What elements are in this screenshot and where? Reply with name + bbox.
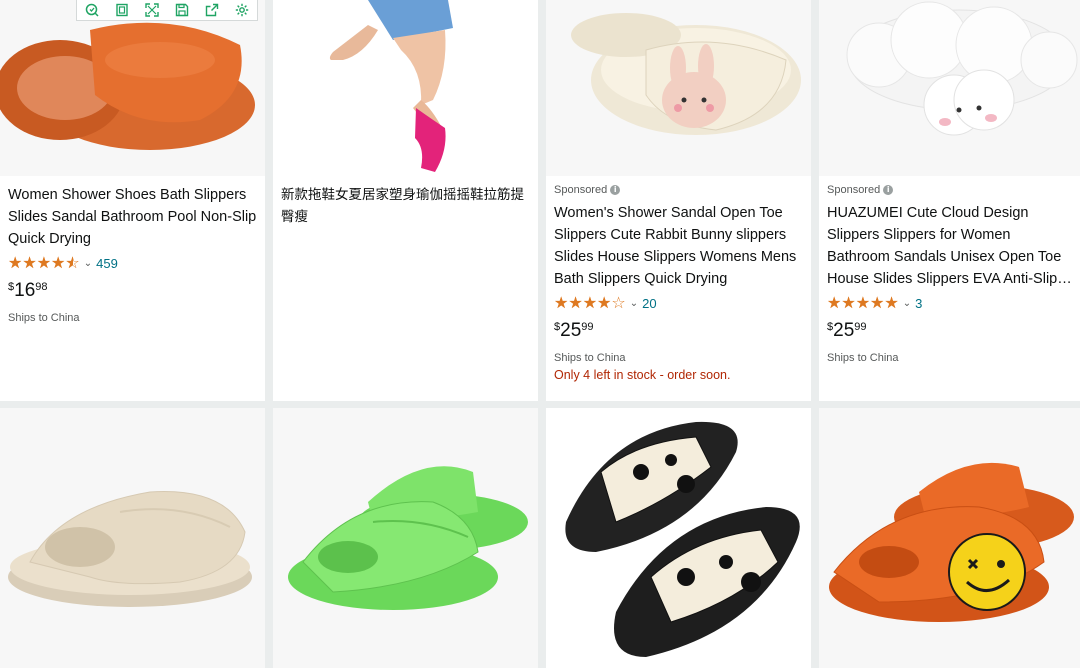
sponsored-label[interactable]: Sponsored i xyxy=(554,184,803,196)
product-title[interactable]: Women Shower Shoes Bath Slippers Slides … xyxy=(8,184,257,250)
expand-icon[interactable] xyxy=(143,1,161,19)
info-icon[interactable]: i xyxy=(610,185,621,195)
product-card[interactable] xyxy=(819,408,1080,668)
product-image[interactable] xyxy=(819,408,1080,668)
shipping-info: Ships to China xyxy=(8,312,80,324)
star-rating-icon[interactable]: ☆☆☆☆☆★★★★★ xyxy=(554,295,626,311)
product-card[interactable]: Sponsored i Women's Shower Sandal Open T… xyxy=(546,0,811,401)
copy-icon[interactable] xyxy=(113,1,131,19)
save-icon[interactable] xyxy=(173,1,191,19)
settings-icon[interactable] xyxy=(233,1,251,19)
review-count[interactable]: 3 xyxy=(915,296,922,311)
scan-icon[interactable] xyxy=(83,1,101,19)
rating[interactable]: ☆☆☆☆☆ ★★★★★ ⌄ 459 xyxy=(8,252,257,274)
product-card[interactable]: 新款拖鞋女夏居家塑身瑜伽摇摇鞋拉筋提臀瘦 xyxy=(273,0,538,401)
star-rating-icon[interactable]: ☆☆☆☆☆★★★★★ xyxy=(827,295,899,311)
product-title[interactable]: HUAZUMEI Cute Cloud Design Slippers Slip… xyxy=(827,202,1076,290)
rating[interactable]: ☆☆☆☆☆★★★★★ ⌄ 20 xyxy=(554,292,803,314)
rating[interactable]: ☆☆☆☆☆ ★★★★★ ⌄ 3 xyxy=(827,292,1076,314)
shipping-info: Ships to China xyxy=(554,352,626,364)
chevron-down-icon[interactable]: ⌄ xyxy=(630,298,638,309)
product-image[interactable] xyxy=(273,408,538,668)
price[interactable]: $ 25 99 xyxy=(827,318,1076,346)
shipping-info: Ships to China xyxy=(827,352,899,364)
product-title[interactable]: Women's Shower Sandal Open Toe Slippers … xyxy=(554,202,803,290)
price[interactable]: $ 16 98 xyxy=(8,278,257,306)
product-image[interactable] xyxy=(819,0,1080,176)
product-image[interactable] xyxy=(546,0,811,176)
star-rating-icon[interactable]: ☆☆☆☆☆★★★★★ xyxy=(8,255,80,271)
info-icon[interactable]: i xyxy=(883,185,894,195)
product-card[interactable]: Women Shower Shoes Bath Slippers Slides … xyxy=(0,0,265,401)
product-image[interactable] xyxy=(273,0,538,176)
chevron-down-icon[interactable]: ⌄ xyxy=(903,298,911,309)
product-grid: Women Shower Shoes Bath Slippers Slides … xyxy=(0,0,1080,668)
review-count[interactable]: 20 xyxy=(642,296,656,311)
product-title[interactable]: 新款拖鞋女夏居家塑身瑜伽摇摇鞋拉筋提臀瘦 xyxy=(281,184,530,228)
sponsored-label[interactable]: Sponsored i xyxy=(827,184,1076,196)
product-card[interactable] xyxy=(273,408,538,668)
price[interactable]: $ 25 99 xyxy=(554,318,803,346)
stock-warning: Only 4 left in stock - order soon. xyxy=(554,368,731,382)
chevron-down-icon[interactable]: ⌄ xyxy=(84,258,92,269)
product-image[interactable] xyxy=(0,0,265,176)
review-count[interactable]: 459 xyxy=(96,256,118,271)
product-card[interactable] xyxy=(546,408,811,668)
product-card[interactable]: Sponsored i HUAZUMEI Cute Cloud Design S… xyxy=(819,0,1080,401)
product-image[interactable] xyxy=(0,408,265,668)
product-card[interactable] xyxy=(0,408,265,668)
screenshot-toolbar xyxy=(76,0,258,21)
product-image[interactable] xyxy=(546,408,811,668)
share-icon[interactable] xyxy=(203,1,221,19)
